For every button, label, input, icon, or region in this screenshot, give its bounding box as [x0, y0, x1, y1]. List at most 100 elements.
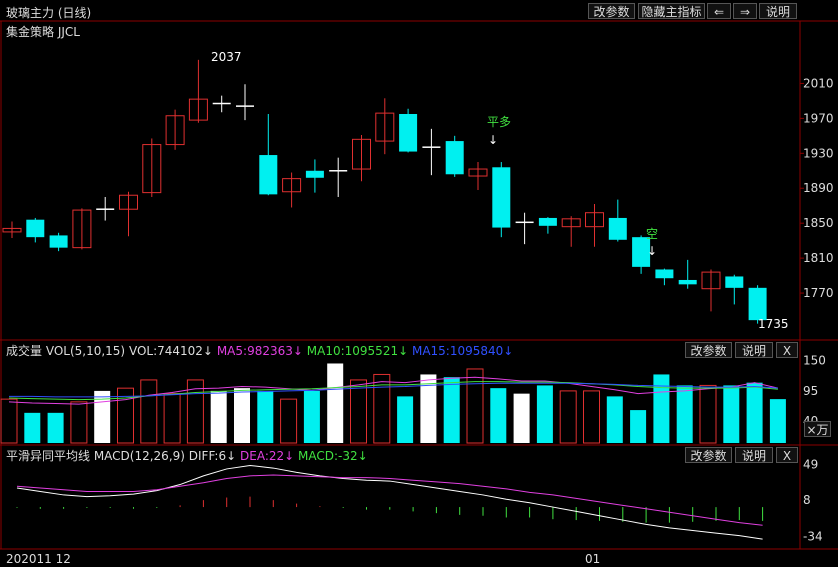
volume-close-button[interactable]: X — [776, 342, 798, 358]
candle-body — [725, 276, 744, 288]
price-tick-label: 1850 — [803, 216, 834, 230]
volume-indicator-name: 成交量 VOL(5,10,15) — [6, 344, 126, 358]
candlestick-series — [2, 59, 767, 324]
candle-body — [748, 287, 767, 321]
macd-dea-value: DEA:22↓ — [240, 449, 295, 463]
macd-tick-label: -34 — [803, 530, 823, 544]
candle-body — [515, 221, 534, 224]
volume-bar — [606, 396, 623, 443]
volume-bar — [163, 393, 181, 444]
volume-bar — [327, 363, 344, 443]
price-tick-label: 1890 — [803, 181, 834, 195]
price-axis-ticks: 2010 1970 1930 1890 1850 1810 1770 — [800, 76, 834, 300]
volume-bar — [397, 396, 414, 443]
volume-bar — [234, 388, 250, 443]
macd-diff-line — [16, 464, 763, 540]
volume-bars — [0, 363, 786, 444]
volume-bar — [490, 388, 507, 443]
help-button[interactable]: 说明 — [759, 3, 797, 19]
candle-body — [538, 217, 557, 226]
volume-bar — [210, 390, 227, 443]
signal-label-close-long: 平多 — [487, 115, 511, 129]
high-price-label: 2037 — [211, 50, 242, 64]
volume-bar — [559, 390, 577, 444]
candle-body — [655, 269, 674, 279]
macd-tick-label: 8 — [803, 493, 811, 507]
chart-window: 2010197019301890185018101770 1509540 498… — [0, 0, 838, 567]
macd-lines — [16, 464, 763, 540]
macd-dea-line — [16, 474, 763, 526]
price-tick-label: 1810 — [803, 251, 834, 265]
volume-tick-label: 95 — [803, 384, 818, 398]
volume-change-params-button[interactable]: 改参数 — [685, 342, 732, 358]
volume-tick-label: 150 — [803, 354, 826, 368]
volume-axis-ticks: 1509540 — [803, 354, 826, 428]
candle-body — [259, 155, 278, 195]
candle-body — [305, 170, 324, 178]
candle-body — [492, 167, 511, 228]
candle-body — [212, 102, 231, 105]
macd-tick-label: 49 — [803, 458, 818, 472]
price-tick-label: 1930 — [803, 146, 834, 160]
volume-bar — [723, 385, 740, 443]
price-tick-label: 2010 — [803, 76, 834, 90]
arrow-down-icon: ↓ — [488, 133, 498, 147]
volume-bar — [676, 385, 693, 443]
macd-value: MACD:-32↓ — [298, 449, 368, 463]
price-tick-label: 1770 — [803, 286, 834, 300]
signal-label-short: 空 — [646, 227, 658, 241]
volume-bar — [70, 401, 88, 444]
hide-main-indicator-button[interactable]: 隐藏主指标 — [638, 3, 705, 19]
volume-ma15-value: MA15:1095840↓ — [411, 344, 514, 358]
macd-axis-ticks: 49 8 -34 — [803, 458, 823, 544]
macd-diff-value: DIFF:6↓ — [188, 449, 237, 463]
candle-body — [608, 217, 627, 240]
low-price-label: 1735 — [758, 317, 789, 331]
candle-body — [329, 170, 348, 172]
candle-body — [678, 279, 697, 285]
price-indicator-label: 集金策略 JJCL — [6, 25, 80, 39]
volume-ma5-value: MA5:982363↓ — [216, 344, 303, 358]
volume-current: VOL:744102↓ — [128, 344, 213, 358]
candle-body — [399, 113, 418, 152]
volume-bar — [0, 398, 18, 444]
macd-change-params-button[interactable]: 改参数 — [685, 447, 732, 463]
volume-bar — [443, 377, 460, 443]
scroll-right-button[interactable]: ⇒ — [733, 3, 757, 19]
arrow-down-icon: ↓ — [647, 244, 657, 258]
panel-frames — [0, 20, 838, 550]
volume-bar — [583, 390, 600, 444]
price-tick-label: 1970 — [803, 111, 834, 125]
volume-bar — [24, 412, 41, 443]
candle-body — [445, 141, 464, 175]
volume-bar — [466, 368, 484, 444]
candle-body — [236, 105, 254, 107]
volume-help-button[interactable]: 说明 — [735, 342, 773, 358]
macd-panel-header: 平滑异同平均线 MACD(12,26,9) DIFF:6↓ DEA:22↓ MA… — [6, 447, 368, 464]
volume-bar — [303, 390, 320, 443]
macd-close-button[interactable]: X — [776, 447, 798, 463]
x-axis-label-jan: 01 — [585, 552, 600, 566]
volume-bar — [536, 385, 553, 443]
volume-bar — [653, 374, 670, 443]
chart-canvas: 2010197019301890185018101770 1509540 498… — [0, 20, 838, 566]
volume-bar — [630, 410, 647, 443]
candle-body — [26, 219, 45, 238]
macd-help-button[interactable]: 说明 — [735, 447, 773, 463]
volume-bar — [769, 399, 786, 443]
volume-panel-header: 成交量 VOL(5,10,15) VOL:744102↓ MA5:982363↓… — [6, 342, 513, 359]
volume-bar — [350, 379, 367, 444]
change-params-button[interactable]: 改参数 — [588, 3, 635, 19]
volume-unit-label: ×万 — [804, 421, 831, 437]
window-title: 玻璃主力 (日线) — [6, 6, 92, 20]
macd-indicator-name: 平滑异同平均线 MACD(12,26,9) — [6, 449, 185, 463]
volume-bar — [140, 379, 158, 444]
candle-body — [96, 208, 115, 210]
candle-body — [49, 235, 68, 248]
candle-body — [422, 146, 441, 148]
volume-bar — [47, 412, 64, 443]
volume-bar — [280, 398, 298, 444]
volume-bar — [513, 393, 530, 443]
scroll-left-button[interactable]: ⇐ — [707, 3, 731, 19]
x-axis-label-start: 202011 12 — [6, 552, 71, 566]
